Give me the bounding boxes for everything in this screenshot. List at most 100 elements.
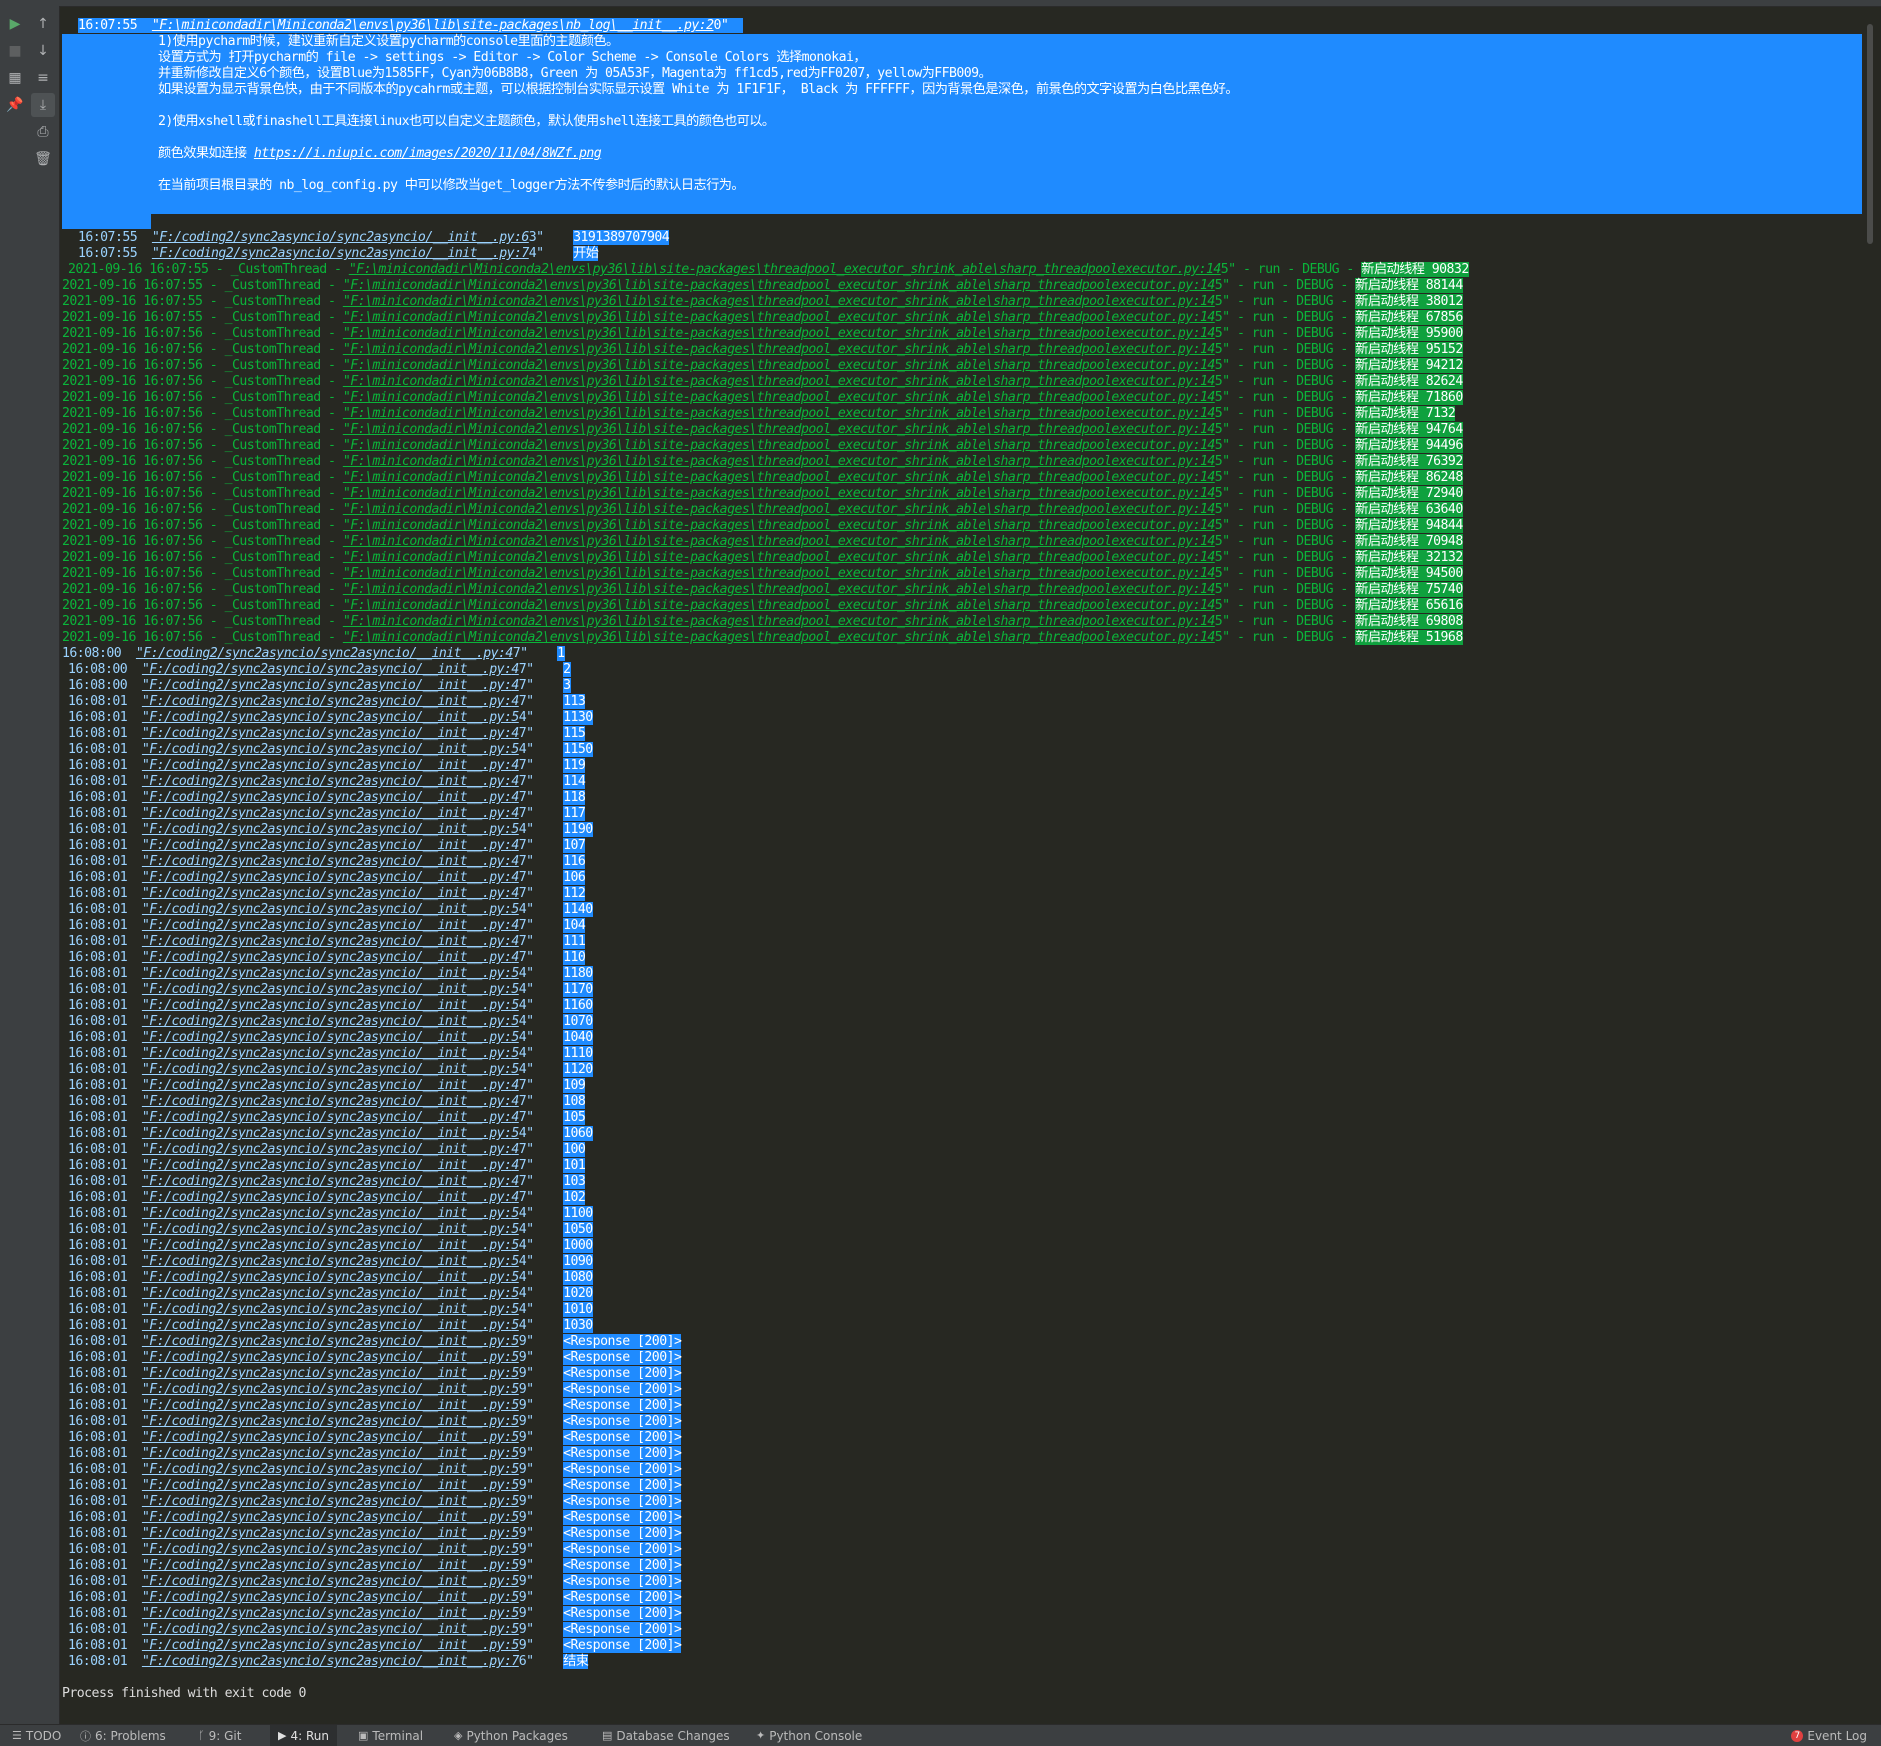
file-path-link[interactable]: "F:\minicondadir\Miniconda2\envs\py36\li… xyxy=(343,486,1216,501)
file-path-link[interactable]: "F:\minicondadir\Miniconda2\envs\py36\li… xyxy=(343,534,1216,549)
file-path-link[interactable]: "F:/coding2/sync2asyncio/sync2asyncio/__… xyxy=(142,742,519,757)
file-path-link[interactable]: "F:/coding2/sync2asyncio/sync2asyncio/__… xyxy=(142,1110,519,1125)
file-path-link[interactable]: "F:/coding2/sync2asyncio/sync2asyncio/__… xyxy=(142,854,519,869)
file-path-link[interactable]: "F:/coding2/sync2asyncio/sync2asyncio/__… xyxy=(142,662,519,677)
rerun-button[interactable]: ▶ xyxy=(3,12,27,36)
file-path-link[interactable]: "F:\minicondadir\Miniconda2\envs\py36\li… xyxy=(343,294,1216,309)
file-path-link[interactable]: "F:/coding2/sync2asyncio/sync2asyncio/__… xyxy=(142,1366,519,1381)
file-path-link[interactable]: "F:/coding2/sync2asyncio/sync2asyncio/__… xyxy=(142,1094,519,1109)
file-path-link[interactable]: "F:/coding2/sync2asyncio/sync2asyncio/__… xyxy=(142,886,519,901)
file-path-link[interactable]: "F:\minicondadir\Miniconda2\envs\py36\li… xyxy=(343,550,1216,565)
file-path-link[interactable]: "F:/coding2/sync2asyncio/sync2asyncio/__… xyxy=(152,230,529,245)
file-path-link[interactable]: "F:/coding2/sync2asyncio/sync2asyncio/__… xyxy=(142,1478,519,1493)
file-path-link[interactable]: "F:/coding2/sync2asyncio/sync2asyncio/__… xyxy=(136,646,513,661)
file-path-link[interactable]: "F:/coding2/sync2asyncio/sync2asyncio/__… xyxy=(142,1430,519,1445)
file-path-link[interactable]: "F:/coding2/sync2asyncio/sync2asyncio/__… xyxy=(142,918,519,933)
file-path-link[interactable]: "F:\minicondadir\Miniconda2\envs\py36\li… xyxy=(152,18,714,33)
file-path-link[interactable]: "F:/coding2/sync2asyncio/sync2asyncio/__… xyxy=(142,1014,519,1029)
file-path-link[interactable]: "F:/coding2/sync2asyncio/sync2asyncio/__… xyxy=(142,1446,519,1461)
file-path-link[interactable]: "F:\minicondadir\Miniconda2\envs\py36\li… xyxy=(343,582,1216,597)
file-path-link[interactable]: "F:/coding2/sync2asyncio/sync2asyncio/__… xyxy=(142,1318,519,1333)
file-path-link[interactable]: "F:/coding2/sync2asyncio/sync2asyncio/__… xyxy=(142,982,519,997)
file-path-link[interactable]: "F:/coding2/sync2asyncio/sync2asyncio/__… xyxy=(142,678,519,693)
tab-python-console[interactable]: ✦ Python Console xyxy=(748,1725,870,1746)
file-path-link[interactable]: "F:/coding2/sync2asyncio/sync2asyncio/__… xyxy=(142,1222,519,1237)
file-path-link[interactable]: "F:/coding2/sync2asyncio/sync2asyncio/__… xyxy=(142,998,519,1013)
file-path-link[interactable]: "F:/coding2/sync2asyncio/sync2asyncio/__… xyxy=(142,710,519,725)
file-path-link[interactable]: "F:\minicondadir\Miniconda2\envs\py36\li… xyxy=(349,262,1222,277)
tab-run[interactable]: ▶ 4: Run xyxy=(270,1725,337,1746)
file-path-link[interactable]: "F:/coding2/sync2asyncio/sync2asyncio/__… xyxy=(142,1142,519,1157)
file-path-link[interactable]: "F:\minicondadir\Miniconda2\envs\py36\li… xyxy=(343,598,1216,613)
file-path-link[interactable]: "F:\minicondadir\Miniconda2\envs\py36\li… xyxy=(343,614,1216,629)
file-path-link[interactable]: "F:/coding2/sync2asyncio/sync2asyncio/__… xyxy=(152,246,529,261)
scroll-to-end-button[interactable]: ⤓ xyxy=(31,93,55,117)
file-path-link[interactable]: "F:/coding2/sync2asyncio/sync2asyncio/__… xyxy=(142,1526,519,1541)
file-path-link[interactable]: "F:\minicondadir\Miniconda2\envs\py36\li… xyxy=(343,342,1216,357)
file-path-link[interactable]: "F:/coding2/sync2asyncio/sync2asyncio/__… xyxy=(142,1606,519,1621)
file-path-link[interactable]: "F:/coding2/sync2asyncio/sync2asyncio/__… xyxy=(142,1286,519,1301)
file-path-link[interactable]: "F:/coding2/sync2asyncio/sync2asyncio/__… xyxy=(142,726,519,741)
event-log-button[interactable]: 7 Event Log xyxy=(1783,1725,1875,1746)
file-path-link[interactable]: "F:\minicondadir\Miniconda2\envs\py36\li… xyxy=(343,454,1216,469)
file-path-link[interactable]: "F:\minicondadir\Miniconda2\envs\py36\li… xyxy=(343,470,1216,485)
file-path-link[interactable]: "F:/coding2/sync2asyncio/sync2asyncio/__… xyxy=(142,1654,519,1669)
file-path-link[interactable]: "F:/coding2/sync2asyncio/sync2asyncio/__… xyxy=(142,950,519,965)
file-path-link[interactable]: "F:/coding2/sync2asyncio/sync2asyncio/__… xyxy=(142,806,519,821)
file-path-link[interactable]: "F:\minicondadir\Miniconda2\envs\py36\li… xyxy=(343,326,1216,341)
file-path-link[interactable]: "F:/coding2/sync2asyncio/sync2asyncio/__… xyxy=(142,1622,519,1637)
file-path-link[interactable]: "F:/coding2/sync2asyncio/sync2asyncio/__… xyxy=(142,790,519,805)
file-path-link[interactable]: "F:/coding2/sync2asyncio/sync2asyncio/__… xyxy=(142,1462,519,1477)
file-path-link[interactable]: "F:/coding2/sync2asyncio/sync2asyncio/__… xyxy=(142,1046,519,1061)
down-stack-button[interactable]: ↓ xyxy=(31,39,55,63)
file-path-link[interactable]: "F:\minicondadir\Miniconda2\envs\py36\li… xyxy=(343,422,1216,437)
tab-git[interactable]: ᚴ 9: Git xyxy=(190,1725,249,1746)
file-path-link[interactable]: "F:\minicondadir\Miniconda2\envs\py36\li… xyxy=(343,438,1216,453)
file-path-link[interactable]: "F:/coding2/sync2asyncio/sync2asyncio/__… xyxy=(142,870,519,885)
file-path-link[interactable]: "F:/coding2/sync2asyncio/sync2asyncio/__… xyxy=(142,1302,519,1317)
layout-button[interactable]: ▦ xyxy=(3,66,27,90)
file-path-link[interactable]: "F:/coding2/sync2asyncio/sync2asyncio/__… xyxy=(142,1078,519,1093)
file-path-link[interactable]: "F:/coding2/sync2asyncio/sync2asyncio/__… xyxy=(142,966,519,981)
file-path-link[interactable]: "F:/coding2/sync2asyncio/sync2asyncio/__… xyxy=(142,1590,519,1605)
file-path-link[interactable]: "F:/coding2/sync2asyncio/sync2asyncio/__… xyxy=(142,1238,519,1253)
file-path-link[interactable]: "F:/coding2/sync2asyncio/sync2asyncio/__… xyxy=(142,1030,519,1045)
up-stack-button[interactable]: ↑ xyxy=(31,12,55,36)
file-path-link[interactable]: "F:/coding2/sync2asyncio/sync2asyncio/__… xyxy=(142,1190,519,1205)
file-path-link[interactable]: "F:\minicondadir\Miniconda2\envs\py36\li… xyxy=(343,310,1216,325)
file-path-link[interactable]: "F:/coding2/sync2asyncio/sync2asyncio/__… xyxy=(142,1334,519,1349)
print-button[interactable]: ⎙ xyxy=(31,120,55,144)
file-path-link[interactable]: "F:/coding2/sync2asyncio/sync2asyncio/__… xyxy=(142,1542,519,1557)
file-path-link[interactable]: "F:/coding2/sync2asyncio/sync2asyncio/__… xyxy=(142,1494,519,1509)
file-path-link[interactable]: "F:/coding2/sync2asyncio/sync2asyncio/__… xyxy=(142,774,519,789)
file-path-link[interactable]: "F:/coding2/sync2asyncio/sync2asyncio/__… xyxy=(142,1206,519,1221)
file-path-link[interactable]: "F:/coding2/sync2asyncio/sync2asyncio/__… xyxy=(142,1382,519,1397)
file-path-link[interactable]: "F:\minicondadir\Miniconda2\envs\py36\li… xyxy=(343,406,1216,421)
file-path-link[interactable]: "F:/coding2/sync2asyncio/sync2asyncio/__… xyxy=(142,1574,519,1589)
file-path-link[interactable]: "F:\minicondadir\Miniconda2\envs\py36\li… xyxy=(343,390,1216,405)
run-console-output[interactable]: 16:07:55 "F:\minicondadir\Miniconda2\env… xyxy=(62,18,1862,1718)
tab-database-changes[interactable]: ▤ Database Changes xyxy=(594,1725,738,1746)
file-path-link[interactable]: "F:/coding2/sync2asyncio/sync2asyncio/__… xyxy=(142,838,519,853)
file-path-link[interactable]: "F:\minicondadir\Miniconda2\envs\py36\li… xyxy=(343,502,1216,517)
tab-python-packages[interactable]: ◈ Python Packages xyxy=(446,1725,576,1746)
file-path-link[interactable]: "F:/coding2/sync2asyncio/sync2asyncio/__… xyxy=(142,1558,519,1573)
file-path-link[interactable]: "F:\minicondadir\Miniconda2\envs\py36\li… xyxy=(343,278,1216,293)
file-path-link[interactable]: "F:/coding2/sync2asyncio/sync2asyncio/__… xyxy=(142,1270,519,1285)
file-path-link[interactable]: "F:/coding2/sync2asyncio/sync2asyncio/__… xyxy=(142,694,519,709)
file-path-link[interactable]: "F:/coding2/sync2asyncio/sync2asyncio/__… xyxy=(142,934,519,949)
file-path-link[interactable]: "F:/coding2/sync2asyncio/sync2asyncio/__… xyxy=(142,1126,519,1141)
file-path-link[interactable]: "F:/coding2/sync2asyncio/sync2asyncio/__… xyxy=(142,1254,519,1269)
file-path-link[interactable]: "F:/coding2/sync2asyncio/sync2asyncio/__… xyxy=(142,758,519,773)
soft-wrap-button[interactable]: ≡ xyxy=(31,66,55,90)
pin-tab-button[interactable]: 📌 xyxy=(3,93,27,117)
file-path-link[interactable]: "F:/coding2/sync2asyncio/sync2asyncio/__… xyxy=(142,902,519,917)
file-path-link[interactable]: "F:/coding2/sync2asyncio/sync2asyncio/__… xyxy=(142,1062,519,1077)
file-path-link[interactable]: "F:/coding2/sync2asyncio/sync2asyncio/__… xyxy=(142,1158,519,1173)
console-scrollbar[interactable] xyxy=(1867,24,1873,244)
tip-link[interactable]: https://i.niupic.com/images/2020/11/04/8… xyxy=(254,146,602,161)
file-path-link[interactable]: "F:\minicondadir\Miniconda2\envs\py36\li… xyxy=(343,518,1216,533)
stop-button[interactable]: ■ xyxy=(3,39,27,63)
file-path-link[interactable]: "F:/coding2/sync2asyncio/sync2asyncio/__… xyxy=(142,1510,519,1525)
tab-todo[interactable]: ☰ TODO xyxy=(4,1725,69,1746)
